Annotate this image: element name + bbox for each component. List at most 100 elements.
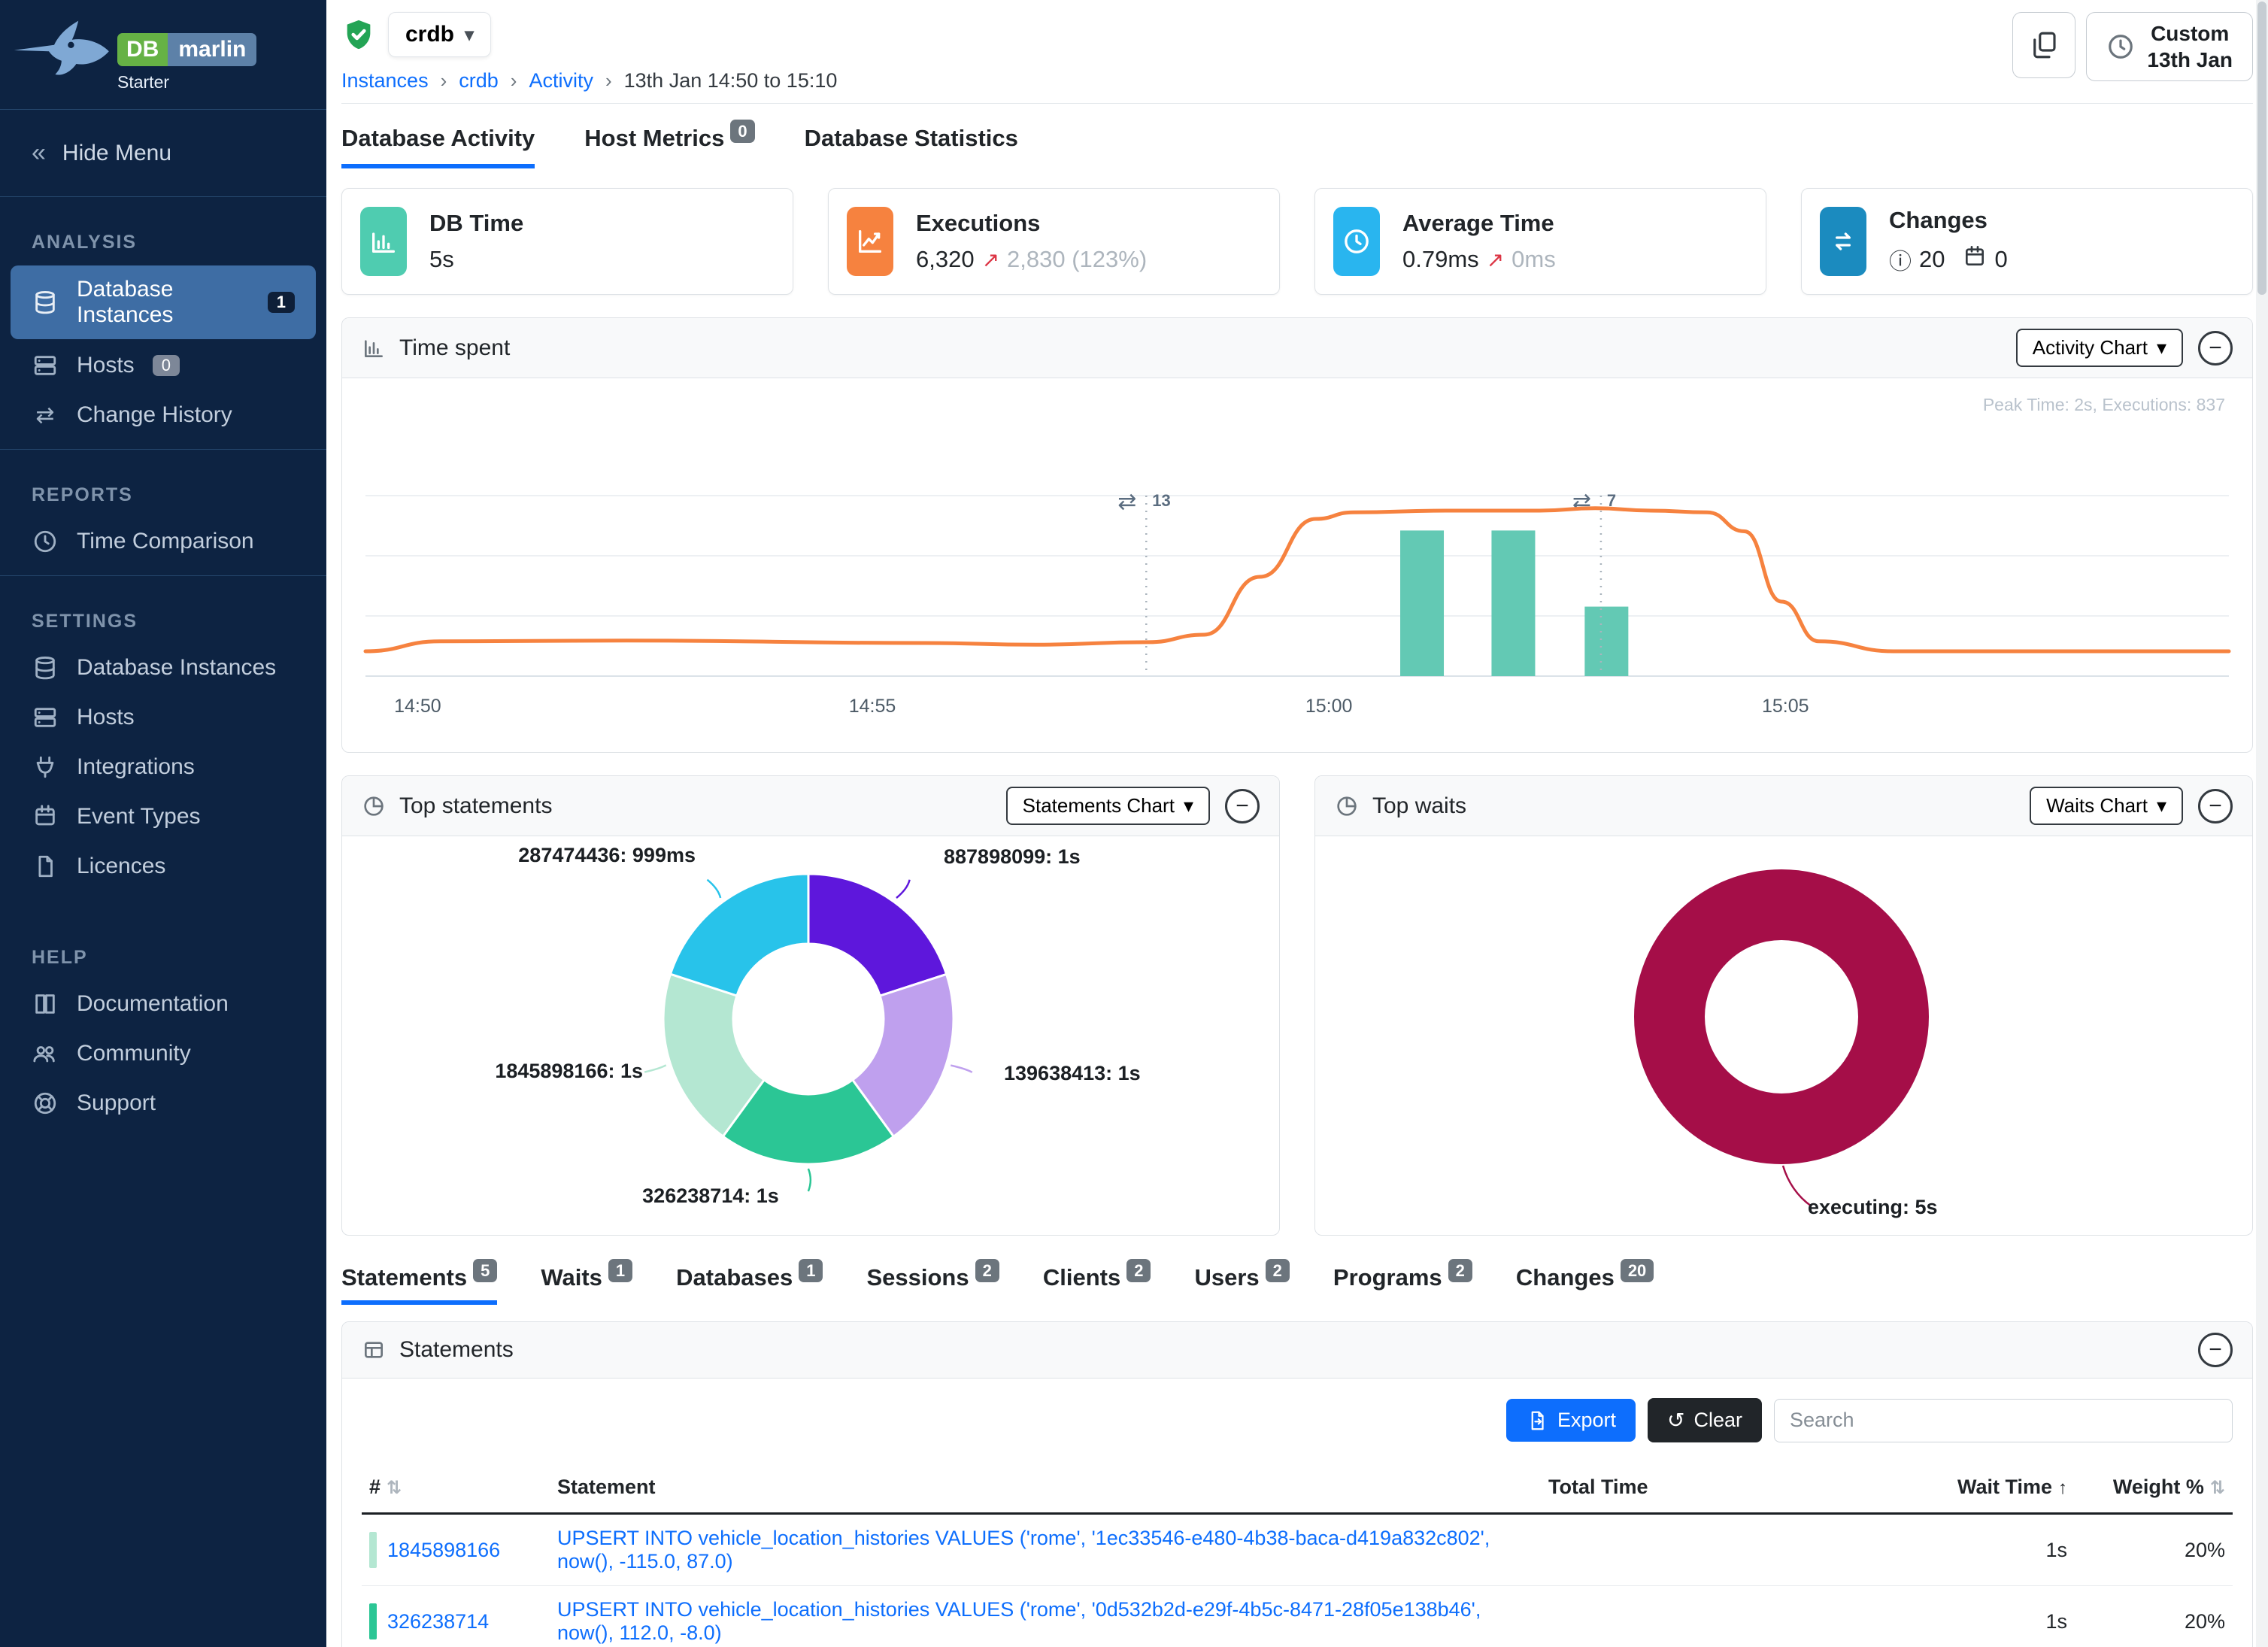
- scrollbar-thumb[interactable]: [2257, 2, 2266, 295]
- info-icon: ⓘ: [1889, 243, 1912, 276]
- chart-select-label: Waits Chart: [2046, 794, 2148, 817]
- sidebar-item-label: Time Comparison: [77, 529, 254, 554]
- sidebar-item-documentation[interactable]: Documentation: [0, 979, 326, 1029]
- tab-databases[interactable]: Databases1: [676, 1264, 823, 1305]
- sidebar-item-support[interactable]: Support: [0, 1078, 326, 1128]
- kpi-icon-0: [360, 207, 407, 276]
- tab-waits[interactable]: Waits1: [541, 1264, 632, 1305]
- statement-id-link[interactable]: 326238714: [387, 1610, 489, 1633]
- statements-chart-select[interactable]: Statements Chart ▾: [1006, 787, 1210, 825]
- time-spent-panel: Time spent Activity Chart ▾ − Peak Time:…: [341, 317, 2253, 753]
- statement-id-link[interactable]: 1845898166: [387, 1539, 500, 1562]
- statement-link[interactable]: UPSERT INTO vehicle_location_histories V…: [557, 1527, 1490, 1573]
- count-badge: 1: [268, 292, 295, 313]
- breadcrumb-instance[interactable]: crdb: [459, 69, 499, 93]
- trend-up-icon: ↗: [982, 247, 999, 272]
- sort-asc-icon: ↑: [2058, 1478, 2067, 1498]
- sidebar-item-licences[interactable]: Licences: [0, 842, 326, 891]
- pie-chart-icon: [1335, 794, 1359, 818]
- time-range-line2: 13th Jan: [2147, 47, 2233, 73]
- sidebar-item-label: Community: [77, 1041, 191, 1066]
- instance-selector[interactable]: crdb ▾: [388, 12, 491, 57]
- waits-donut-area[interactable]: executing: 5s: [1315, 836, 2252, 1235]
- sidebar-item-event-types[interactable]: Event Types: [0, 792, 326, 842]
- tab-host-metrics[interactable]: Host Metrics0: [584, 125, 754, 168]
- export-button[interactable]: Export: [1506, 1399, 1636, 1442]
- hide-menu-button[interactable]: « Hide Menu: [0, 119, 326, 187]
- top-waits-panel: Top waits Waits Chart ▾ − executing: 5s: [1314, 775, 2253, 1236]
- column-header-statement[interactable]: Statement: [550, 1462, 1541, 1514]
- count-badge: 2: [1126, 1259, 1151, 1282]
- section-title-analysis: ANALYSIS: [0, 206, 326, 264]
- table-toolbar: Export ↺ Clear: [342, 1379, 2252, 1457]
- collapse-panel-button[interactable]: −: [1225, 789, 1260, 824]
- tab-label: Sessions: [866, 1264, 969, 1291]
- minus-icon: −: [1236, 795, 1249, 817]
- row-color-1: [369, 1603, 377, 1639]
- tab-label: Users: [1194, 1264, 1259, 1291]
- top-statements-panel: Top statements Statements Chart ▾ − 8878…: [341, 775, 1280, 1236]
- tab-changes[interactable]: Changes20: [1516, 1264, 1654, 1305]
- count-badge: 20: [1621, 1259, 1654, 1282]
- calendar-icon: [1963, 244, 1987, 274]
- breadcrumb-activity[interactable]: Activity: [529, 69, 593, 93]
- tab-label: Waits: [541, 1264, 602, 1291]
- kpi-icon-1: [847, 207, 893, 276]
- statements-donut-area[interactable]: 887898099: 1s 139638413: 1s 326238714: 1…: [342, 836, 1279, 1235]
- sidebar-item-database-instances[interactable]: Database Instances 1: [11, 265, 316, 339]
- sidebar-item-label: Hosts: [77, 353, 135, 378]
- bar-chart-icon: [368, 226, 399, 256]
- chart-select-label: Statements Chart: [1023, 794, 1175, 817]
- column-header-total-time[interactable]: Total Time: [1541, 1462, 1827, 1514]
- count-badge: 1: [799, 1259, 823, 1282]
- kpi-trend: 0ms: [1511, 246, 1556, 273]
- statement-link[interactable]: UPSERT INTO vehicle_location_histories V…: [557, 1598, 1481, 1644]
- tab-sessions[interactable]: Sessions2: [866, 1264, 999, 1305]
- sidebar-item-time-comparison[interactable]: Time Comparison: [0, 517, 326, 566]
- svg-text:⇄: ⇄: [1117, 490, 1136, 514]
- column-header-id[interactable]: #⇅: [362, 1462, 550, 1514]
- collapse-panel-button[interactable]: −: [2198, 1333, 2233, 1367]
- activity-chart-select[interactable]: Activity Chart ▾: [2016, 329, 2183, 367]
- tab-programs[interactable]: Programs2: [1333, 1264, 1472, 1305]
- clear-button[interactable]: ↺ Clear: [1648, 1398, 1762, 1442]
- tab-users[interactable]: Users2: [1194, 1264, 1289, 1305]
- waits-chart-select[interactable]: Waits Chart ▾: [2030, 787, 2183, 825]
- copy-link-button[interactable]: [2012, 12, 2075, 78]
- column-header-weight[interactable]: Weight %⇅: [2075, 1462, 2233, 1514]
- community-people-icon: [32, 1040, 59, 1067]
- tab-clients[interactable]: Clients2: [1043, 1264, 1151, 1305]
- time-spent-chart-area[interactable]: Peak Time: 2s, Executions: 837 ⇄13⇄714:5…: [342, 378, 2252, 752]
- sidebar-item-hosts[interactable]: Hosts 0: [0, 341, 326, 390]
- sidebar-item-settings-database-instances[interactable]: Database Instances: [0, 643, 326, 693]
- vertical-scrollbar[interactable]: [2256, 0, 2268, 1647]
- search-input[interactable]: [1774, 1399, 2233, 1442]
- time-range-button[interactable]: Custom 13th Jan: [2086, 12, 2253, 81]
- collapse-panel-button[interactable]: −: [2198, 789, 2233, 824]
- svg-text:15:05: 15:05: [1762, 696, 1809, 717]
- tab-label: Database Statistics: [805, 125, 1018, 151]
- table-row: 326238714 UPSERT INTO vehicle_location_h…: [362, 1586, 2233, 1647]
- svg-text:15:00: 15:00: [1305, 696, 1353, 717]
- column-header-wait-time[interactable]: Wait Time↑: [1827, 1462, 2075, 1514]
- collapse-panel-button[interactable]: −: [2198, 331, 2233, 365]
- donut-label: 887898099: 1s: [944, 845, 1081, 869]
- marlin-fish-logo-icon: [12, 17, 117, 80]
- tab-database-statistics[interactable]: Database Statistics: [805, 125, 1018, 168]
- event-types-icon: [32, 803, 59, 830]
- chevron-down-icon: ▾: [465, 24, 474, 46]
- tab-statements[interactable]: Statements5: [341, 1264, 497, 1305]
- undo-icon: ↺: [1667, 1408, 1684, 1433]
- tab-database-activity[interactable]: Database Activity: [341, 125, 535, 168]
- sidebar-item-settings-hosts[interactable]: Hosts: [0, 693, 326, 742]
- divider: [0, 196, 326, 197]
- tab-label: Clients: [1043, 1264, 1120, 1291]
- sidebar-item-change-history[interactable]: ⇄ Change History: [0, 390, 326, 440]
- sidebar-item-integrations[interactable]: Integrations: [0, 742, 326, 792]
- trend-up-icon: ↗: [1487, 247, 1504, 272]
- sidebar-item-community[interactable]: Community: [0, 1029, 326, 1078]
- divider: [0, 449, 326, 450]
- divider: [0, 575, 326, 576]
- peak-note: Peak Time: 2s, Executions: 837: [1983, 395, 2225, 415]
- breadcrumb-instances[interactable]: Instances: [341, 69, 429, 93]
